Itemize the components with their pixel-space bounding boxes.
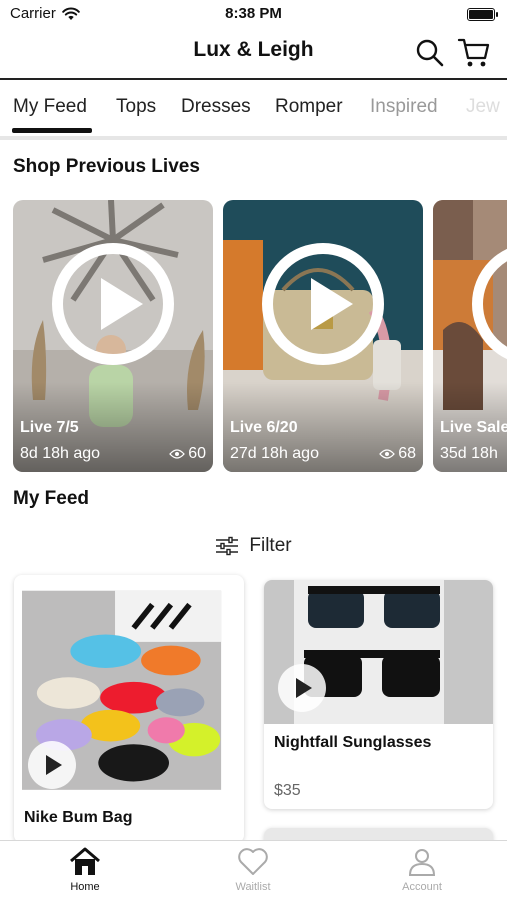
filter-icon bbox=[216, 536, 239, 556]
app-header: Lux & Leigh bbox=[0, 28, 507, 78]
video-play-icon[interactable] bbox=[28, 741, 76, 789]
product-name: Nike Bum Bag bbox=[24, 809, 133, 826]
battery-icon bbox=[467, 8, 498, 21]
home-icon bbox=[70, 847, 100, 875]
section-title-previous-lives: Shop Previous Lives bbox=[13, 156, 200, 177]
search-icon[interactable] bbox=[415, 38, 445, 68]
section-title-my-feed: My Feed bbox=[13, 488, 90, 509]
filter-label: Filter bbox=[249, 535, 292, 556]
tab-romper[interactable]: Romper bbox=[275, 96, 343, 118]
tabs-divider bbox=[0, 136, 507, 140]
filter-button[interactable]: Filter bbox=[0, 532, 507, 560]
live-time-ago: 35d 18h bbox=[440, 445, 498, 462]
active-tab-indicator bbox=[12, 128, 92, 133]
status-bar: Carrier 8:38 PM bbox=[0, 0, 507, 28]
tab-tops[interactable]: Tops bbox=[116, 96, 156, 118]
live-time-ago: 27d 18h ago bbox=[230, 445, 319, 462]
product-card[interactable]: Nike Bum Bag bbox=[14, 575, 244, 843]
views-value: 68 bbox=[398, 445, 416, 462]
status-time: 8:38 PM bbox=[225, 5, 282, 22]
nav-home-label: Home bbox=[70, 881, 100, 893]
play-icon[interactable] bbox=[52, 243, 174, 365]
live-view-count: 60 bbox=[169, 445, 206, 463]
views-value: 60 bbox=[188, 445, 206, 462]
live-title: Live 6/20 bbox=[230, 419, 298, 436]
product-price: $35 bbox=[274, 782, 301, 799]
tab-jewelry[interactable]: Jew bbox=[466, 96, 500, 118]
live-time-ago: 8d 18h ago bbox=[20, 445, 101, 462]
nav-waitlist[interactable]: Waitlist bbox=[198, 847, 308, 893]
video-play-icon[interactable] bbox=[278, 664, 326, 712]
live-title: Live 7/5 bbox=[20, 419, 79, 436]
live-view-count: 68 bbox=[379, 445, 416, 463]
nav-account[interactable]: Account bbox=[367, 847, 477, 893]
play-icon[interactable] bbox=[262, 243, 384, 365]
heart-icon bbox=[238, 848, 268, 875]
cart-icon[interactable] bbox=[457, 37, 491, 69]
nav-waitlist-label: Waitlist bbox=[235, 881, 271, 893]
nav-account-label: Account bbox=[402, 881, 442, 893]
live-card[interactable]: Live 7/5 8d 18h ago 60 bbox=[13, 200, 213, 472]
previous-lives-carousel: Live 7/5 8d 18h ago 60 Live 6/20 27d 18h… bbox=[0, 200, 507, 472]
bottom-tab-bar: Home Waitlist Account bbox=[0, 840, 507, 900]
account-icon bbox=[408, 849, 436, 876]
product-card[interactable]: Nightfall Sunglasses $35 bbox=[264, 580, 493, 809]
tab-dresses[interactable]: Dresses bbox=[181, 96, 251, 118]
eye-icon bbox=[379, 449, 396, 459]
product-name: Nightfall Sunglasses bbox=[274, 734, 432, 751]
live-title: Live Sale bbox=[440, 419, 507, 436]
tab-inspired[interactable]: Inspired bbox=[370, 96, 438, 118]
live-card[interactable]: Live 6/20 27d 18h ago 68 bbox=[223, 200, 423, 472]
tab-my-feed[interactable]: My Feed bbox=[13, 96, 87, 118]
eye-icon bbox=[169, 449, 186, 459]
nav-home[interactable]: Home bbox=[30, 847, 140, 893]
live-card[interactable]: Live Sale 35d 18h bbox=[433, 200, 507, 472]
